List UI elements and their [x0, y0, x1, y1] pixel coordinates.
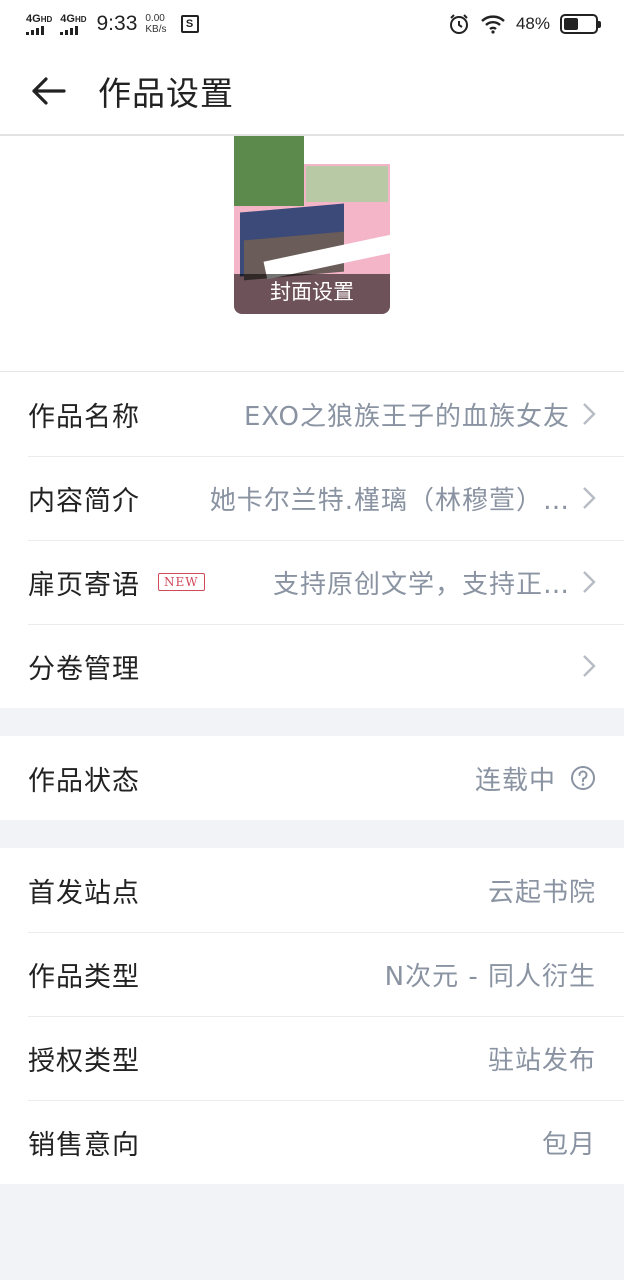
row-value: N次元 - 同人衍生	[384, 961, 596, 992]
alarm-icon	[449, 14, 468, 34]
row-label: 作品类型	[28, 961, 140, 993]
row-label: 授权类型	[28, 1045, 140, 1077]
row-label: 分卷管理	[28, 653, 140, 685]
chevron-right-icon	[583, 487, 596, 509]
row-label: 作品状态	[28, 765, 140, 797]
row-volume-management[interactable]: 分卷管理	[0, 624, 624, 708]
battery-percent: 48%	[515, 14, 550, 33]
row-value: 连载中	[474, 765, 556, 796]
network-speed: 0.00 KB/s	[145, 13, 167, 35]
row-label: 销售意向	[28, 1129, 140, 1161]
chevron-right-icon	[583, 571, 596, 593]
row-dedication[interactable]: 扉页寄语 NEW 支持原创文学，支持正…	[0, 540, 624, 624]
row-work-type: 作品类型 N次元 - 同人衍生	[0, 932, 624, 1016]
row-work-name[interactable]: 作品名称 EXO之狼族王子的血族女友	[0, 372, 624, 456]
chevron-right-icon	[583, 403, 596, 425]
app-bar: 作品设置	[0, 48, 624, 136]
status-bar: 4GHD 4GHD 9:33 0.00 KB/s S 48%	[0, 0, 624, 48]
work-meta-group: 首发站点 云起书院 作品类型 N次元 - 同人衍生 授权类型 驻站发布 销售意向…	[0, 848, 624, 1184]
page-title: 作品设置	[98, 74, 234, 113]
row-sales-intent: 销售意向 包月	[0, 1100, 624, 1184]
row-label: 首发站点	[28, 877, 140, 909]
row-value: 她卡尔兰特.槿璃（林穆萱）…	[209, 485, 570, 516]
clock: 9:33	[96, 12, 138, 35]
row-label: 作品名称	[28, 401, 140, 433]
cover-settings-button[interactable]: 封面设置	[234, 136, 390, 314]
cover-section: 封面设置	[0, 136, 624, 372]
row-value: EXO之狼族王子的血族女友	[243, 401, 570, 432]
new-badge: NEW	[158, 573, 205, 591]
row-first-site: 首发站点 云起书院	[0, 848, 624, 932]
sim-card-icon: S	[180, 15, 199, 33]
row-value: 驻站发布	[487, 1045, 596, 1076]
arrow-left-icon	[32, 77, 66, 105]
sim2-signal-icon: 4GHD	[60, 13, 87, 35]
cover-image	[234, 136, 304, 206]
work-info-group: 作品名称 EXO之狼族王子的血族女友 内容简介 她卡尔兰特.槿璃（林穆萱）… 扉…	[0, 372, 624, 708]
battery-icon	[560, 14, 601, 34]
cover-settings-label: 封面设置	[270, 280, 354, 304]
work-status-group: 作品状态 连载中	[0, 736, 624, 820]
help-icon[interactable]	[570, 765, 596, 791]
row-work-status[interactable]: 作品状态 连载中	[0, 736, 624, 820]
row-label: 内容简介	[28, 485, 140, 517]
sim1-signal-icon: 4GHD	[26, 13, 52, 35]
row-value: 云起书院	[487, 877, 596, 908]
row-value: 支持原创文学，支持正…	[272, 569, 570, 600]
row-label: 扉页寄语	[28, 569, 140, 601]
row-license-type: 授权类型 驻站发布	[0, 1016, 624, 1100]
chevron-right-icon	[583, 655, 596, 677]
back-button[interactable]	[0, 47, 96, 135]
wifi-icon	[481, 15, 505, 34]
row-value: 包月	[541, 1129, 596, 1160]
row-synopsis[interactable]: 内容简介 她卡尔兰特.槿璃（林穆萱）…	[0, 456, 624, 540]
